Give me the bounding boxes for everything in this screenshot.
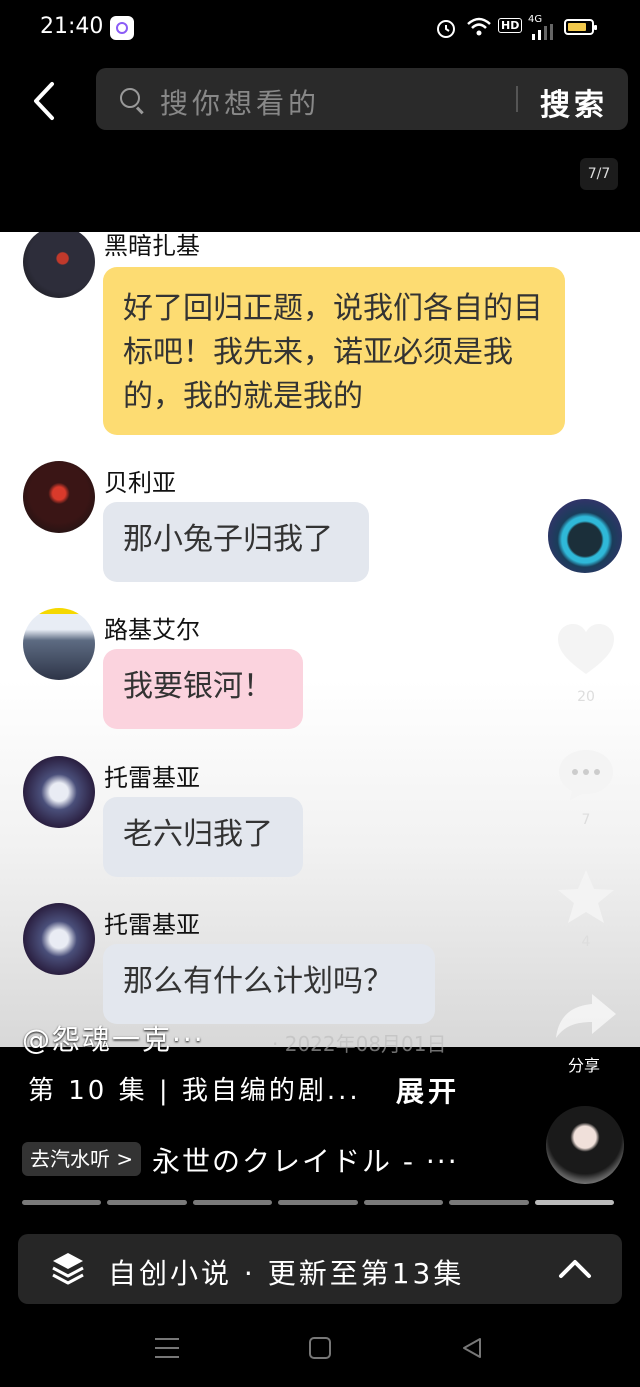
progress-segment[interactable]: [363, 1200, 444, 1205]
search-button[interactable]: 搜索: [540, 80, 608, 124]
battery-icon: [564, 19, 597, 35]
author-name[interactable]: @怨魂一克···: [22, 1018, 205, 1058]
sender-name: 托雷基亚: [104, 764, 200, 792]
collection-label: 自创小说 · 更新至第13集: [108, 1257, 465, 1290]
heart-icon[interactable]: [556, 622, 616, 678]
share-label: 分享: [568, 1056, 601, 1075]
like-count: 20: [577, 689, 595, 705]
layers-icon: [52, 1253, 84, 1285]
page-indicator: 7/7: [580, 158, 618, 190]
comment-count: 7: [581, 812, 591, 828]
signal-icon: [532, 24, 553, 40]
avatar: [23, 461, 95, 533]
creator-avatar[interactable]: [546, 497, 624, 575]
star-icon[interactable]: [556, 868, 616, 926]
episode-description: 第 10 集 | 我自编的剧...: [28, 1076, 361, 1106]
progress-segment[interactable]: [534, 1200, 614, 1205]
progress-segment[interactable]: [278, 1200, 358, 1205]
music-source-button[interactable]: 去汽水听 >: [22, 1142, 142, 1176]
progress-segment[interactable]: [107, 1200, 187, 1205]
search-divider: [516, 86, 518, 112]
hd-badge: HD: [498, 18, 523, 33]
post-date: · 2022年08月01日: [272, 1032, 447, 1056]
progress-segment[interactable]: [192, 1200, 273, 1205]
message-bubble: 老六归我了: [103, 797, 303, 877]
favorite-count: 4: [581, 934, 591, 950]
comment-icon[interactable]: [556, 746, 616, 802]
share-icon[interactable]: [554, 990, 618, 1042]
avatar: [23, 756, 95, 828]
sender-name: 托雷基亚: [104, 911, 200, 939]
progress-segment[interactable]: [449, 1200, 529, 1205]
expand-button[interactable]: 展开: [396, 1070, 460, 1110]
music-cover[interactable]: [546, 1106, 624, 1184]
chat-image[interactable]: 黑暗扎基 好了回归正题，说我们各自的目标吧！我先来，诺亚必须是我的，我的就是我的…: [0, 232, 640, 1047]
app-notification-icon: [110, 16, 134, 40]
avatar: [23, 903, 95, 975]
home-icon[interactable]: [308, 1336, 332, 1360]
wifi-icon: [467, 17, 491, 36]
message-bubble: 那小兔子归我了: [103, 502, 369, 582]
message-bubble: 好了回归正题，说我们各自的目标吧！我先来，诺亚必须是我的，我的就是我的: [103, 267, 565, 435]
message-bubble: 那么有什么计划吗？: [103, 944, 435, 1024]
alarm-icon: [437, 20, 455, 38]
search-placeholder: 搜你想看的: [160, 87, 321, 120]
search-icon: [120, 88, 140, 108]
sender-name: 贝利亚: [104, 469, 176, 497]
back-icon[interactable]: [30, 80, 58, 122]
status-time: 21:40: [40, 14, 104, 39]
back-nav-icon[interactable]: [460, 1336, 484, 1360]
menu-icon[interactable]: [154, 1336, 180, 1360]
progress-segment[interactable]: [22, 1200, 102, 1205]
sender-name: 路基艾尔: [104, 616, 200, 644]
chevron-up-icon[interactable]: [558, 1258, 592, 1280]
message-bubble: 我要银河！: [103, 649, 303, 729]
music-title[interactable]: 永世のクレイドル - ···: [152, 1140, 459, 1180]
avatar: [23, 232, 95, 298]
avatar: [23, 608, 95, 680]
sender-name: 黑暗扎基: [104, 232, 200, 260]
